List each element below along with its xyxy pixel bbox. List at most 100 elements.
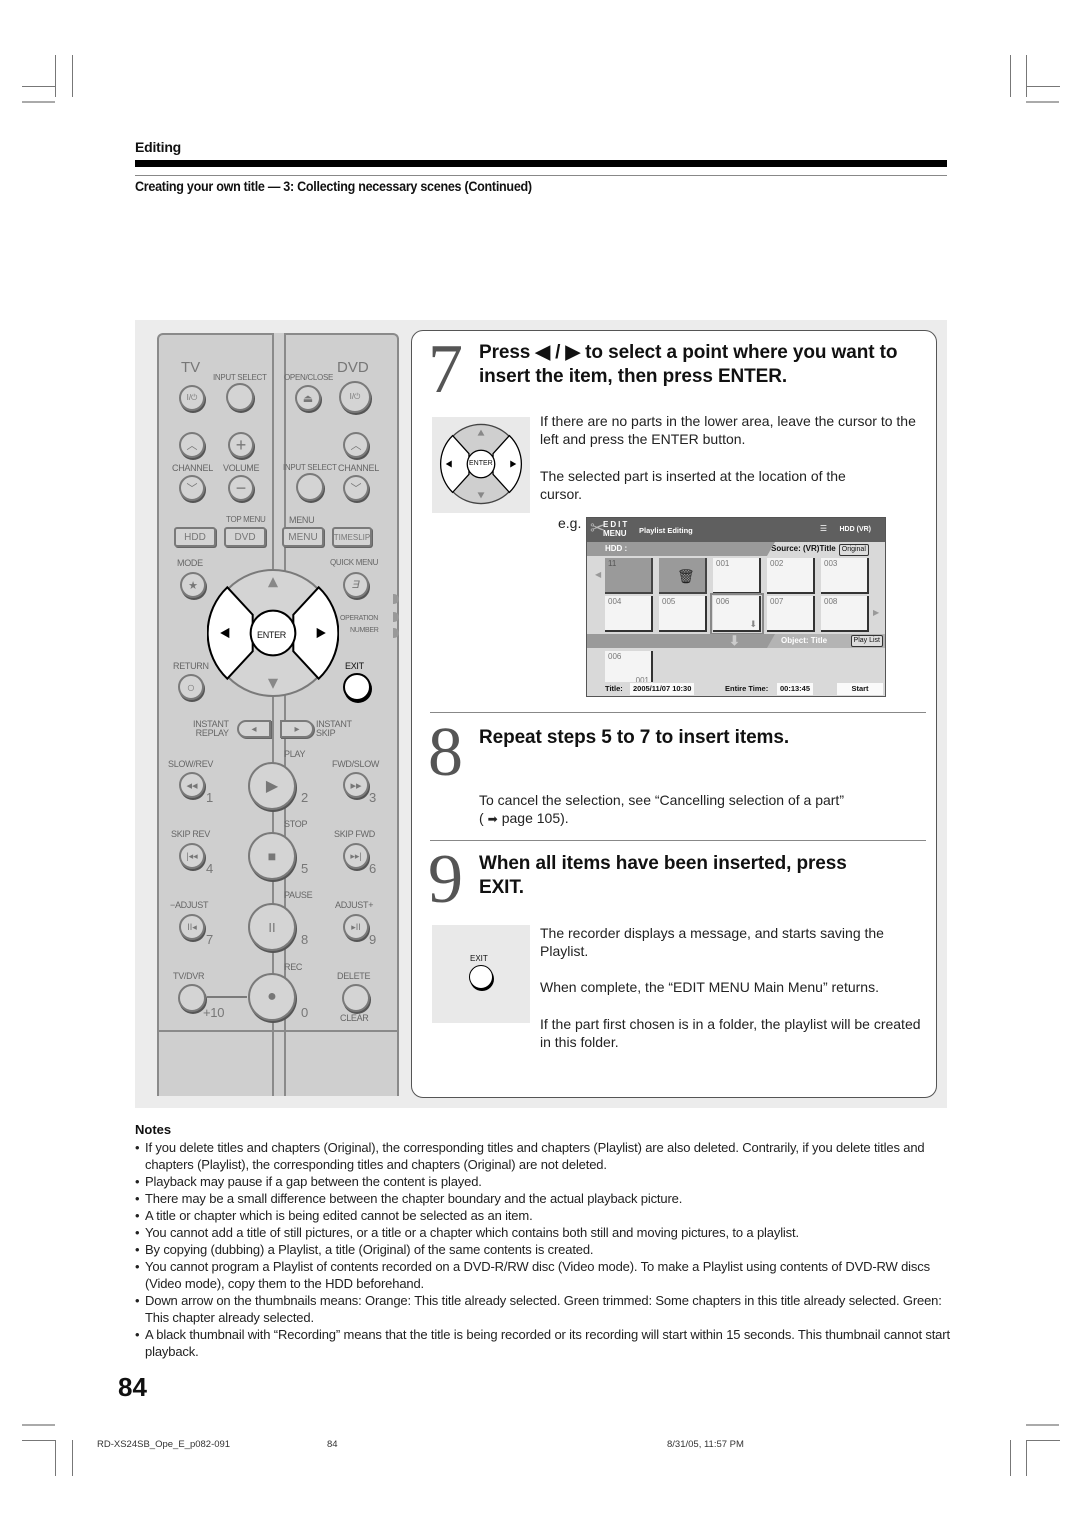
remote-divider bbox=[157, 1030, 399, 1032]
crop-mark bbox=[1026, 1440, 1060, 1441]
pause-button[interactable]: II bbox=[248, 903, 296, 951]
remote-instant-skip-label: INSTANT SKIP bbox=[316, 719, 352, 738]
step-9-paragraph-1: The recorder displays a message, and sta… bbox=[540, 925, 884, 959]
remote-channel-2-label: CHANNEL bbox=[338, 463, 379, 473]
remote-open-close-label: OPEN/CLOSE bbox=[284, 373, 334, 382]
step-7-paragraph-1: If there are no parts in the lower area,… bbox=[540, 413, 916, 447]
star-icon: ★ bbox=[188, 579, 198, 592]
dvd-power-button[interactable]: I/⏻ bbox=[339, 381, 371, 413]
remote-tv-label: TV bbox=[181, 359, 201, 376]
title-thumbnail-selected[interactable]: 006 ⬇ bbox=[710, 593, 764, 635]
title-thumbnail[interactable]: 008 bbox=[821, 596, 869, 632]
crop-mark bbox=[22, 86, 56, 87]
hdd-button[interactable]: HDD bbox=[174, 527, 216, 547]
step-8-number: 8 bbox=[428, 714, 463, 791]
mode-button[interactable]: ★ bbox=[180, 572, 206, 598]
volume-up-button[interactable]: + bbox=[228, 432, 254, 458]
play-button[interactable]: ▶ bbox=[248, 762, 296, 810]
page-reference-arrow-icon: ➡ bbox=[487, 812, 498, 826]
dvd-channel-down-button[interactable]: ﹀ bbox=[343, 475, 369, 501]
note-item: Playback may pause if a gap between the … bbox=[135, 1173, 950, 1190]
instant-replay-button[interactable]: ◂ bbox=[237, 720, 271, 738]
down-arrow-icon: ⬇ bbox=[749, 619, 757, 629]
trash-icon: 🗑 bbox=[677, 568, 695, 584]
slow-rev-button[interactable]: ◂◂ bbox=[179, 772, 205, 798]
remote-enter-label: ENTER bbox=[257, 630, 287, 640]
scroll-right-icon[interactable]: ▶ bbox=[873, 608, 879, 617]
trash-thumbnail[interactable]: 🗑 bbox=[659, 558, 707, 594]
remote-volume-label: VOLUME bbox=[223, 463, 260, 473]
frame-back-icon: II◂ bbox=[187, 921, 197, 932]
digit-4: 4 bbox=[206, 861, 213, 876]
title-thumbnail[interactable]: 003 bbox=[821, 558, 869, 594]
skip-icon: ▸ bbox=[294, 723, 300, 735]
tv-channel-down-button[interactable]: ﹀ bbox=[179, 475, 205, 501]
instant-skip-button[interactable]: ▸ bbox=[280, 720, 314, 738]
tv-channel-up-button[interactable]: ︿ bbox=[179, 432, 205, 458]
remote-adjust-minus-label: −ADJUST bbox=[170, 900, 209, 910]
digit-9: 9 bbox=[369, 932, 376, 947]
step-9-number: 9 bbox=[428, 841, 463, 918]
remote-delete-label: DELETE bbox=[337, 971, 371, 981]
header-rule bbox=[135, 160, 947, 167]
chevron-down-icon: ﹀ bbox=[186, 483, 198, 495]
open-close-button[interactable]: ⏏ bbox=[295, 385, 321, 411]
title-thumbnail[interactable]: 005 bbox=[659, 596, 707, 632]
start-button[interactable]: Start bbox=[837, 683, 883, 695]
step-divider bbox=[430, 712, 926, 713]
digit-2: 2 bbox=[301, 790, 308, 805]
dvd-channel-up-button[interactable]: ︿ bbox=[343, 432, 369, 458]
playlist-badge[interactable]: Play List bbox=[850, 635, 883, 647]
return-button[interactable]: ○ bbox=[178, 674, 204, 700]
skip-fwd-button[interactable]: ▸▸| bbox=[343, 843, 369, 869]
timeslip-button[interactable]: TIMESLIP bbox=[332, 527, 372, 547]
tv-power-button[interactable]: I/⏻ bbox=[179, 385, 205, 411]
skip-rev-button[interactable]: |◂◂ bbox=[179, 843, 205, 869]
exit-button[interactable] bbox=[343, 673, 371, 701]
scroll-left-icon[interactable]: ◀ bbox=[595, 570, 601, 579]
edit-menu-logo-menu: MENU bbox=[603, 529, 627, 538]
header-thin-rule bbox=[135, 175, 947, 176]
folder-thumbnail[interactable]: 11 bbox=[605, 558, 653, 594]
remote-exit-label: EXIT bbox=[345, 661, 364, 671]
frame-forward-icon: ▸II bbox=[351, 921, 361, 932]
digit-5: 5 bbox=[301, 861, 308, 876]
skip-forward-icon: ▸▸| bbox=[350, 850, 362, 861]
title-thumbnail[interactable]: 001 bbox=[713, 558, 761, 594]
rec-button[interactable]: ● bbox=[248, 973, 296, 1021]
replay-icon: ◂ bbox=[251, 723, 257, 735]
fwd-slow-button[interactable]: ▸▸ bbox=[343, 772, 369, 798]
skip-back-icon: |◂◂ bbox=[186, 850, 198, 861]
input-select-button[interactable] bbox=[226, 383, 254, 411]
screen-header: ✂ EDIT MENU Playlist Editing ☰ HDD (VR) bbox=[587, 518, 885, 542]
remote-rec-label: REC bbox=[284, 962, 303, 972]
title-thumbnail[interactable]: 007 bbox=[767, 596, 815, 632]
title-thumbnail[interactable]: 002 bbox=[767, 558, 815, 594]
adjust-plus-button[interactable]: ▸II bbox=[343, 914, 369, 940]
dvd-button[interactable]: DVD bbox=[224, 527, 266, 547]
stop-button[interactable]: ■ bbox=[248, 832, 296, 880]
adjust-minus-button[interactable]: II◂ bbox=[179, 914, 205, 940]
screen-location: HDD : bbox=[605, 544, 628, 553]
remote-operation-label: OPERATION bbox=[340, 615, 379, 622]
note-item: If you delete titles and chapters (Origi… bbox=[135, 1139, 950, 1173]
step-9-paragraph-2: When complete, the “EDIT MENU Main Menu”… bbox=[540, 979, 879, 995]
volume-down-button[interactable]: − bbox=[228, 475, 254, 501]
quick-menu-button[interactable]: Ǝ bbox=[343, 572, 369, 598]
step-7-title: Press ◀ / ▶ to select a point where you … bbox=[479, 342, 898, 387]
tv-dvr-button[interactable] bbox=[178, 984, 206, 1012]
eject-icon: ⏏ bbox=[302, 392, 314, 405]
edit-menu-logo: EDIT bbox=[603, 520, 630, 529]
menu-button[interactable]: MENU bbox=[282, 527, 324, 547]
delete-button[interactable] bbox=[342, 984, 370, 1012]
quick-menu-icon: Ǝ bbox=[352, 579, 360, 591]
record-icon: ● bbox=[267, 988, 277, 1005]
title-thumbnail[interactable]: 004 bbox=[605, 596, 653, 632]
remote-return-label: RETURN bbox=[173, 661, 209, 671]
minus-icon: − bbox=[235, 477, 247, 498]
remote-quick-menu-label: QUICK MENU bbox=[330, 558, 379, 567]
original-badge[interactable]: Original bbox=[838, 544, 869, 556]
input-select-2-button[interactable] bbox=[296, 473, 324, 501]
screen-object-bar: ⬇ Object: Title Play List bbox=[587, 633, 885, 648]
note-item: You cannot program a Playlist of content… bbox=[135, 1258, 950, 1292]
